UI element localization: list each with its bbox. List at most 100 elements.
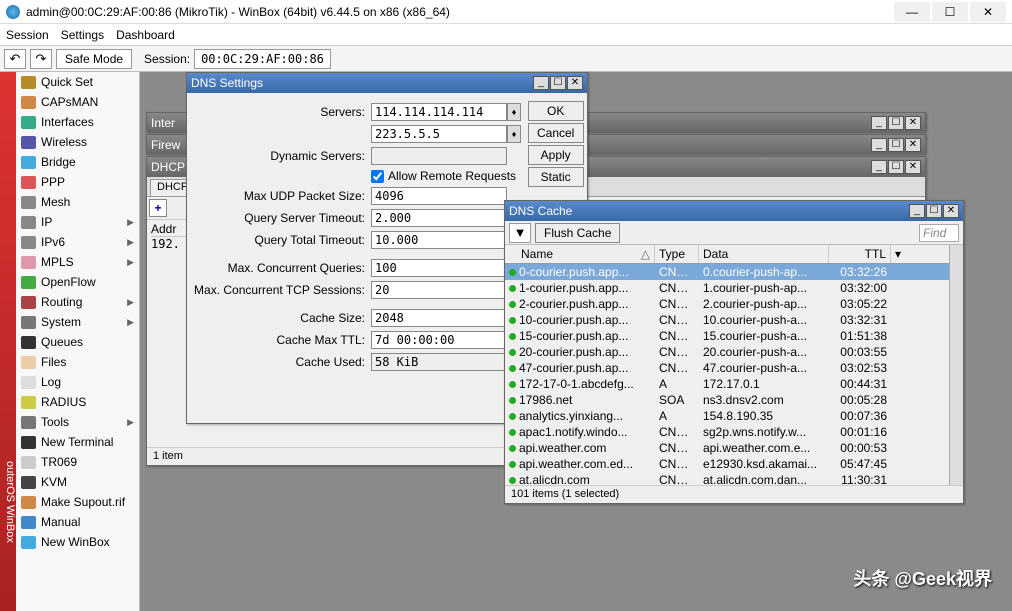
sidebar-item-queues[interactable]: Queues — [16, 332, 139, 352]
table-row[interactable]: 2-courier.push.app...CNAME2.courier-push… — [505, 296, 949, 312]
bg-close-icon[interactable]: ✕ — [905, 116, 921, 130]
sidebar-item-mesh[interactable]: Mesh — [16, 192, 139, 212]
maximize-button[interactable]: ☐ — [932, 2, 968, 22]
cell-data: 172.17.0.1 — [699, 376, 829, 392]
table-row[interactable]: 15-courier.push.ap...CNAME15.courier-pus… — [505, 328, 949, 344]
col-ttl-header[interactable]: TTL — [829, 245, 891, 263]
cache-min-button[interactable]: _ — [909, 204, 925, 218]
cell-name: 172-17-0-1.abcdefg... — [519, 377, 634, 391]
cell-name: 20-courier.push.ap... — [519, 345, 628, 359]
menu-icon — [21, 356, 36, 369]
qst-input[interactable] — [371, 209, 507, 227]
table-row[interactable]: 10-courier.push.ap...CNAME10.courier-pus… — [505, 312, 949, 328]
sidebar-item-ipv6[interactable]: IPv6▶ — [16, 232, 139, 252]
menu-settings[interactable]: Settings — [61, 28, 104, 42]
static-button[interactable]: Static — [528, 167, 584, 187]
menu-session[interactable]: Session — [6, 28, 49, 42]
redo-button[interactable]: ↷ — [30, 49, 52, 69]
col-data-header[interactable]: Data — [699, 245, 829, 263]
flush-cache-button[interactable]: Flush Cache — [535, 223, 620, 243]
bg-min-icon[interactable]: _ — [871, 116, 887, 130]
qtt-label: Query Total Timeout: — [193, 233, 371, 247]
bg-max-icon[interactable]: ☐ — [888, 116, 904, 130]
table-row[interactable]: at.alicdn.comCNAMEat.alicdn.com.dan...11… — [505, 472, 949, 485]
qst-label: Query Server Timeout: — [193, 211, 371, 225]
add-button[interactable]: + — [149, 199, 167, 217]
sidebar-item-bridge[interactable]: Bridge — [16, 152, 139, 172]
dns-max-button[interactable]: ☐ — [550, 76, 566, 90]
table-row[interactable]: 0-courier.push.app...CNAME0.courier-push… — [505, 264, 949, 280]
cell-type: CNAME — [655, 440, 699, 456]
minimize-button[interactable]: — — [894, 2, 930, 22]
apply-button[interactable]: Apply — [528, 145, 584, 165]
sidebar-item-wireless[interactable]: Wireless — [16, 132, 139, 152]
udp-input[interactable] — [371, 187, 507, 205]
sidebar-item-routing[interactable]: Routing▶ — [16, 292, 139, 312]
sidebar-item-quick-set[interactable]: Quick Set — [16, 72, 139, 92]
filter-icon[interactable]: ▼ — [509, 223, 531, 243]
menu-dashboard[interactable]: Dashboard — [116, 28, 175, 42]
table-row[interactable]: api.weather.comCNAMEapi.weather.com.e...… — [505, 440, 949, 456]
server2-spin-icon[interactable]: ♦ — [507, 125, 521, 143]
col-name-header[interactable]: Name△ — [505, 245, 655, 263]
menubar: Session Settings Dashboard — [0, 24, 1012, 46]
sidebar-item-kvm[interactable]: KVM — [16, 472, 139, 492]
undo-button[interactable]: ↶ — [4, 49, 26, 69]
dns-min-button[interactable]: _ — [533, 76, 549, 90]
col-type-header[interactable]: Type — [655, 245, 699, 263]
sidebar-item-tr069[interactable]: TR069 — [16, 452, 139, 472]
dns-close-button[interactable]: ✕ — [567, 76, 583, 90]
sidebar-item-new-terminal[interactable]: New Terminal — [16, 432, 139, 452]
cttl-input[interactable] — [371, 331, 507, 349]
sidebar-item-interfaces[interactable]: Interfaces — [16, 112, 139, 132]
scrollbar[interactable] — [949, 245, 963, 485]
table-row[interactable]: analytics.yinxiang...A154.8.190.3500:07:… — [505, 408, 949, 424]
sidebar-item-label: KVM — [41, 475, 67, 489]
ok-button[interactable]: OK — [528, 101, 584, 121]
mct-label: Max. Concurrent TCP Sessions: — [193, 283, 371, 297]
sidebar-item-system[interactable]: System▶ — [16, 312, 139, 332]
close-button[interactable]: ✕ — [970, 2, 1006, 22]
sidebar-item-mpls[interactable]: MPLS▶ — [16, 252, 139, 272]
cell-type: CNAME — [655, 456, 699, 472]
cancel-button[interactable]: Cancel — [528, 123, 584, 143]
cache-max-button[interactable]: ☐ — [926, 204, 942, 218]
chevron-right-icon: ▶ — [127, 257, 134, 268]
table-row[interactable]: 20-courier.push.ap...CNAME20.courier-pus… — [505, 344, 949, 360]
server1-input[interactable] — [371, 103, 507, 121]
col-dropdown-icon[interactable]: ▾ — [891, 245, 949, 263]
find-input[interactable]: Find — [919, 224, 959, 242]
allow-remote-checkbox[interactable] — [371, 170, 384, 183]
sidebar-item-log[interactable]: Log — [16, 372, 139, 392]
cell-ttl: 01:51:38 — [829, 328, 891, 344]
sidebar-item-ip[interactable]: IP▶ — [16, 212, 139, 232]
csize-input[interactable] — [371, 309, 507, 327]
menu-icon — [21, 476, 36, 489]
qtt-input[interactable] — [371, 231, 507, 249]
table-row[interactable]: 1-courier.push.app...CNAME1.courier-push… — [505, 280, 949, 296]
cell-ttl: 03:32:26 — [829, 264, 891, 280]
sidebar-item-radius[interactable]: RADIUS — [16, 392, 139, 412]
sidebar-item-new-winbox[interactable]: New WinBox — [16, 532, 139, 552]
dynamic-servers-input[interactable] — [371, 147, 507, 165]
server1-spin-icon[interactable]: ♦ — [507, 103, 521, 121]
status-dot-icon — [509, 413, 516, 420]
safe-mode-button[interactable]: Safe Mode — [56, 49, 132, 69]
sidebar-item-capsman[interactable]: CAPsMAN — [16, 92, 139, 112]
sidebar-item-make-supout.rif[interactable]: Make Supout.rif — [16, 492, 139, 512]
sidebar-item-ppp[interactable]: PPP — [16, 172, 139, 192]
sidebar-item-manual[interactable]: Manual — [16, 512, 139, 532]
table-row[interactable]: 47-courier.push.ap...CNAME47.courier-pus… — [505, 360, 949, 376]
sidebar-item-files[interactable]: Files — [16, 352, 139, 372]
table-row[interactable]: apac1.notify.windo...CNAMEsg2p.wns.notif… — [505, 424, 949, 440]
mcq-input[interactable] — [371, 259, 507, 277]
sidebar-item-openflow[interactable]: OpenFlow — [16, 272, 139, 292]
mct-input[interactable] — [371, 281, 507, 299]
table-row[interactable]: 172-17-0-1.abcdefg...A172.17.0.100:44:31 — [505, 376, 949, 392]
server2-input[interactable] — [371, 125, 507, 143]
table-row[interactable]: 17986.netSOAns3.dnsv2.com00:05:28 — [505, 392, 949, 408]
table-row[interactable]: api.weather.com.ed...CNAMEe12930.ksd.aka… — [505, 456, 949, 472]
sidebar-item-tools[interactable]: Tools▶ — [16, 412, 139, 432]
cell-name: apac1.notify.windo... — [519, 425, 628, 439]
cache-close-button[interactable]: ✕ — [943, 204, 959, 218]
